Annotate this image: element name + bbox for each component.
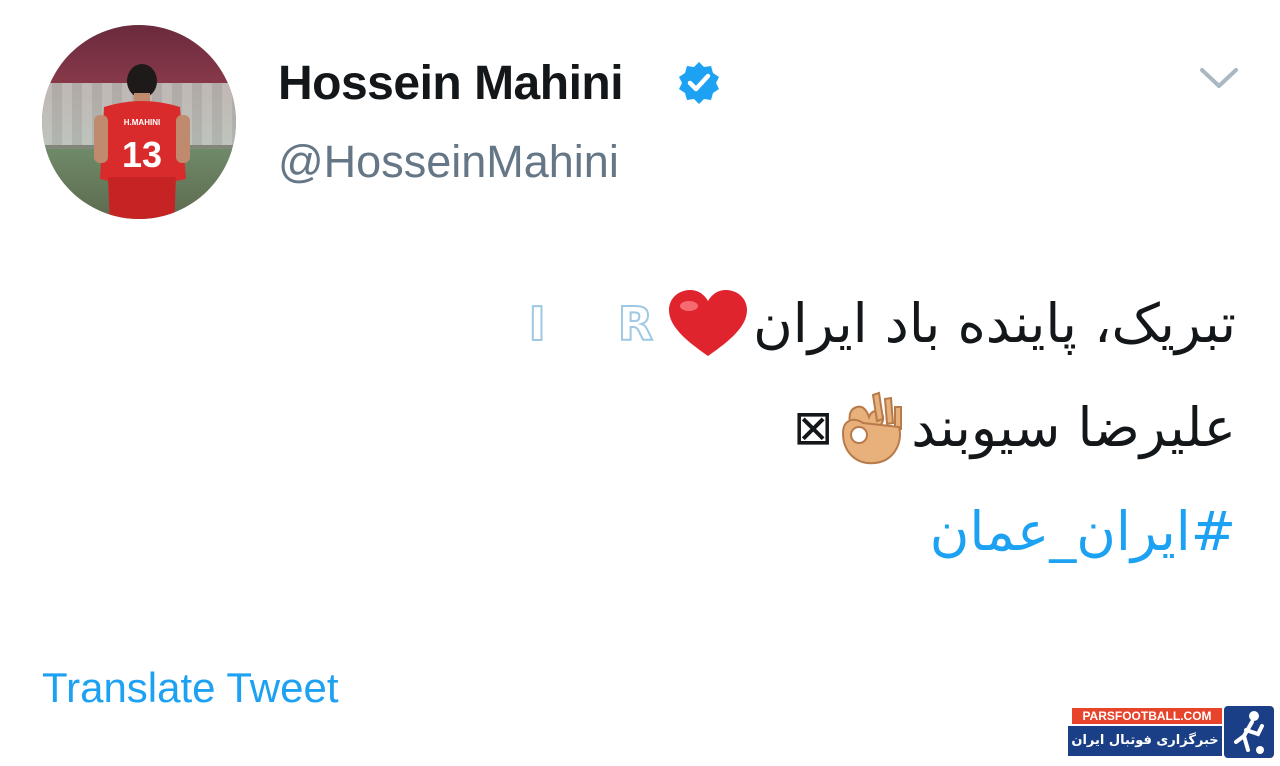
tweet-line-1-text: تبریک، پاینده باد ایران	[753, 292, 1236, 355]
jersey-number: 13	[122, 134, 162, 175]
avatar-player-image: H.MAHINI 13	[94, 64, 190, 219]
user-handle[interactable]: @HosseinMahini	[278, 136, 619, 188]
avatar[interactable]: H.MAHINI 13	[42, 25, 236, 219]
tweet-text: تبریک، پاینده باد ایران R I علیرضا سیوبن…	[517, 272, 1236, 584]
hashtag-link[interactable]: #ایران_عمان	[930, 480, 1236, 584]
tweet-line-2-text: علیرضا سیوبند	[911, 396, 1236, 459]
missing-glyph-box: ⊠	[793, 400, 834, 456]
heart-icon	[669, 290, 748, 356]
tweet-line-2: علیرضا سیوبند ⊠	[517, 376, 1236, 480]
display-name[interactable]: Hossein Mahini	[278, 56, 624, 111]
tweet-line-1: تبریک، پاینده باد ایران R I	[517, 272, 1236, 376]
parsfootball-watermark: PARSFOOTBALL.COM خبرگزاری فوتبال ایران	[1068, 706, 1276, 760]
watermark-site-url: PARSFOOTBALL.COM	[1072, 708, 1222, 724]
football-player-logo-icon	[1234, 711, 1264, 754]
ok-hand-icon	[842, 391, 903, 465]
verified-badge-icon	[679, 62, 719, 104]
jersey-name: H.MAHINI	[124, 118, 160, 127]
regional-indicator-i: I	[528, 296, 547, 352]
regional-indicator-r: R	[617, 296, 654, 352]
chevron-down-icon[interactable]	[1196, 62, 1242, 94]
watermark-tagline: خبرگزاری فوتبال ایران	[1068, 726, 1222, 756]
parsfootball-logo	[1224, 706, 1274, 758]
tweet-line-3: #ایران_عمان	[517, 480, 1236, 584]
translate-tweet-link[interactable]: Translate Tweet	[42, 664, 338, 712]
